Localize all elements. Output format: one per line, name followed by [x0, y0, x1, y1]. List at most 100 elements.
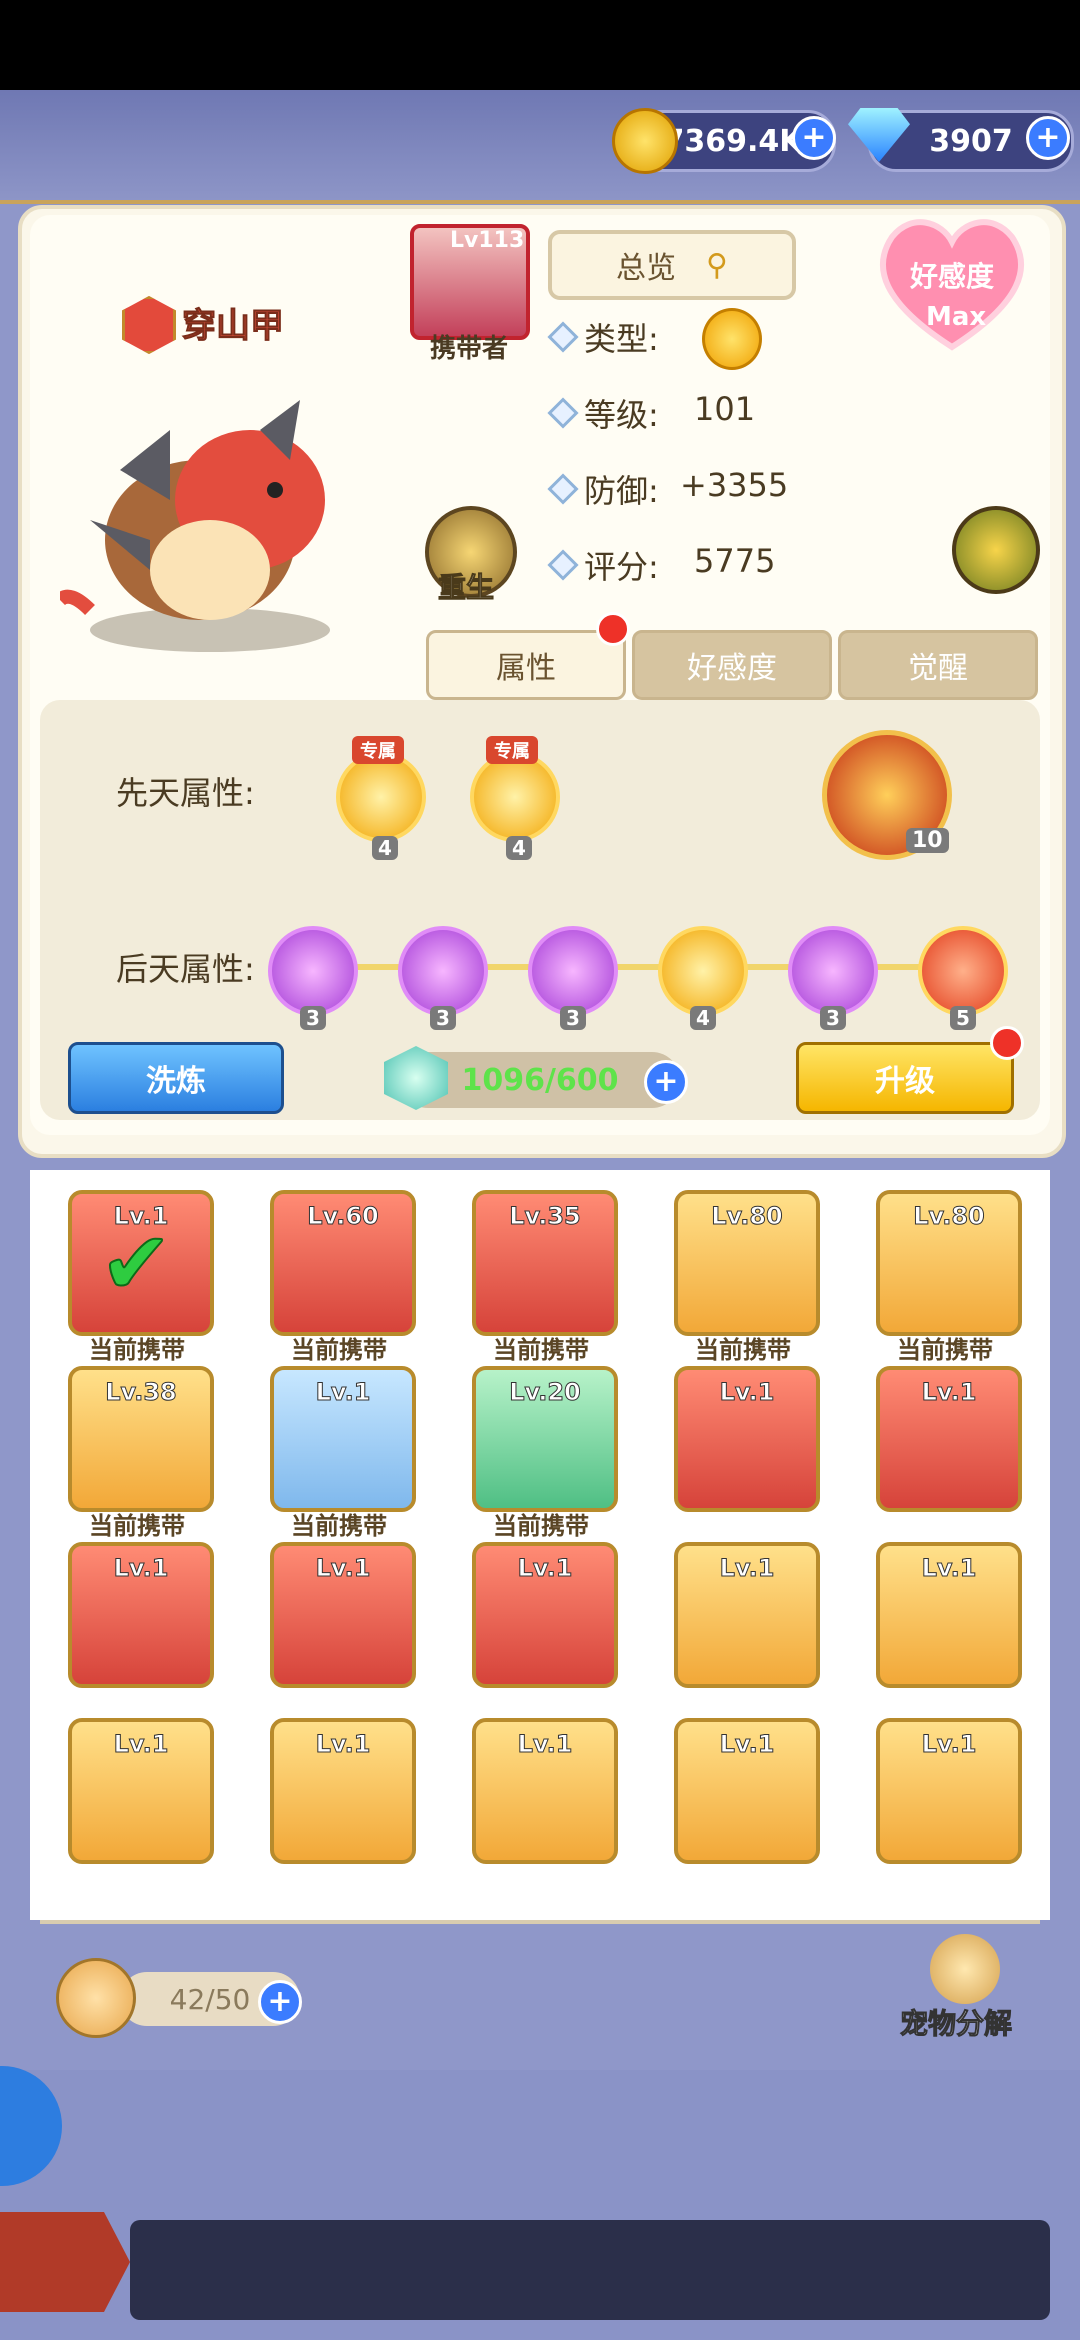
- current-carry-tag: 当前携带: [695, 1336, 791, 1364]
- tab-awaken[interactable]: 觉醒: [838, 630, 1038, 700]
- current-carry-tag: 当前携带: [89, 1336, 185, 1364]
- acquired-count: 3: [820, 1006, 846, 1030]
- skill-level: 10: [906, 828, 949, 853]
- pet-card[interactable]: Lv.1: [876, 1542, 1022, 1688]
- pet-level: Lv.1: [315, 1378, 371, 1407]
- shield-ring-icon[interactable]: [788, 926, 878, 1016]
- pet-card[interactable]: Lv.1: [674, 1366, 820, 1512]
- overview-label: 总览: [616, 251, 676, 286]
- acquired-count: 3: [300, 1006, 326, 1030]
- bottom-nav-strip: [130, 2220, 1050, 2320]
- tab-affection[interactable]: 好感度: [632, 630, 832, 700]
- pet-card[interactable]: Lv.1: [472, 1718, 618, 1864]
- break-icon[interactable]: [918, 926, 1008, 1016]
- pet-level: Lv.1: [921, 1554, 977, 1583]
- pet-card[interactable]: Lv.1: [876, 1718, 1022, 1864]
- carrier-level: Lv113: [450, 228, 525, 253]
- pet-level: Lv.1: [921, 1730, 977, 1759]
- upgrade-label: 升级: [875, 1064, 935, 1099]
- innate-count: 4: [506, 836, 532, 860]
- back-button[interactable]: [0, 2212, 130, 2312]
- pet-card[interactable]: Lv.1: [68, 1718, 214, 1864]
- decompose-label[interactable]: 宠物分解: [899, 2002, 1012, 2042]
- pet-level: Lv.20: [509, 1378, 582, 1407]
- pet-card[interactable]: Lv.80: [674, 1190, 820, 1336]
- pet-level: Lv.1: [113, 1730, 169, 1759]
- pet-card[interactable]: Lv.1: [270, 1718, 416, 1864]
- reborn-label: 重生: [437, 571, 495, 605]
- pet-level: Lv.60: [307, 1202, 380, 1231]
- innate-count: 4: [372, 836, 398, 860]
- tab-awaken-label: 觉醒: [908, 651, 968, 686]
- sword-icon[interactable]: [268, 926, 358, 1016]
- grid-divider: [40, 1920, 1040, 1924]
- tab-affection-label: 好感度: [687, 651, 777, 686]
- exclusive-tag: 专属: [486, 736, 538, 764]
- refine-label: 洗炼: [146, 1064, 206, 1099]
- pet-level: Lv.1: [113, 1554, 169, 1583]
- gold-value: 7369.4K: [663, 123, 803, 159]
- defense-value: +3355: [680, 466, 789, 504]
- score-value: 5775: [694, 542, 776, 580]
- runner-icon[interactable]: [528, 926, 618, 1016]
- current-carry-tag: 当前携带: [291, 1512, 387, 1540]
- pet-level: Lv.1: [719, 1378, 775, 1407]
- pet-card[interactable]: Lv.1: [270, 1542, 416, 1688]
- pet-level: Lv.1: [517, 1554, 573, 1583]
- pet-card[interactable]: Lv.1: [472, 1542, 618, 1688]
- pet-card[interactable]: Lv.1: [270, 1366, 416, 1512]
- pet-card[interactable]: Lv.60: [270, 1190, 416, 1336]
- pet-level: Lv.1: [315, 1730, 371, 1759]
- affection-level: Max: [926, 302, 987, 332]
- tab-attributes-label: 属性: [496, 651, 556, 686]
- score-label: 评分:: [584, 548, 659, 586]
- pet-card[interactable]: Lv.1: [68, 1542, 214, 1688]
- innate-heart-icon[interactable]: [336, 752, 426, 842]
- current-carry-tag: 当前携带: [897, 1336, 993, 1364]
- exclusive-tag: 专属: [352, 736, 404, 764]
- pet-level: Lv.1: [719, 1730, 775, 1759]
- shield-icon[interactable]: [398, 926, 488, 1016]
- add-resource-button[interactable]: +: [644, 1060, 688, 1104]
- defense-label: 防御:: [584, 472, 659, 510]
- pet-card[interactable]: Lv.20: [472, 1366, 618, 1512]
- pet-card[interactable]: Lv.80: [876, 1190, 1022, 1336]
- cat-avatar-icon: [56, 1958, 136, 2038]
- current-carry-tag: 当前携带: [493, 1336, 589, 1364]
- upgrade-button[interactable]: 升级: [796, 1042, 1014, 1114]
- tab-attributes[interactable]: 属性: [426, 630, 626, 700]
- type-shield-icon: [702, 308, 762, 370]
- slash-icon[interactable]: [658, 926, 748, 1016]
- overview-button[interactable]: 总览 ⚲: [548, 230, 796, 300]
- pet-level: Lv.1: [315, 1554, 371, 1583]
- expand-capacity-button[interactable]: +: [258, 1980, 302, 2024]
- innate-heart-plus-icon[interactable]: [470, 752, 560, 842]
- add-gem-button[interactable]: +: [1026, 116, 1070, 160]
- level-label: 等级:: [584, 396, 659, 434]
- current-carry-tag: 当前携带: [89, 1512, 185, 1540]
- pet-card[interactable]: Lv.35: [472, 1190, 618, 1336]
- current-carry-tag: 当前携带: [493, 1512, 589, 1540]
- pet-level: Lv.1: [921, 1378, 977, 1407]
- add-gold-button[interactable]: +: [792, 116, 836, 160]
- pet-card[interactable]: Lv.1: [674, 1718, 820, 1864]
- refine-button[interactable]: 洗炼: [68, 1042, 284, 1114]
- pet-card[interactable]: Lv.1: [876, 1366, 1022, 1512]
- pet-name: 穿山甲: [182, 306, 285, 347]
- pet-level: Lv.35: [509, 1202, 582, 1231]
- acquired-attributes-label: 后天属性:: [116, 950, 255, 988]
- acquired-count: 3: [560, 1006, 586, 1030]
- current-carry-tag: 当前携带: [291, 1336, 387, 1364]
- pet-card[interactable]: Lv.1: [674, 1542, 820, 1688]
- acquired-count: 4: [690, 1006, 716, 1030]
- pet-card[interactable]: Lv.1 ✔: [68, 1190, 214, 1336]
- lock-toggle-icon[interactable]: [952, 506, 1040, 594]
- acquired-count: 3: [430, 1006, 456, 1030]
- upgrade-notification-dot: [990, 1026, 1024, 1060]
- attributes-notification-dot: [596, 612, 630, 646]
- carrier-label: 携带者: [430, 334, 509, 364]
- pet-card[interactable]: Lv.38: [68, 1366, 214, 1512]
- paw-decompose-icon[interactable]: [930, 1934, 1000, 2004]
- pet-level: Lv.1: [517, 1730, 573, 1759]
- level-value: 101: [694, 390, 756, 428]
